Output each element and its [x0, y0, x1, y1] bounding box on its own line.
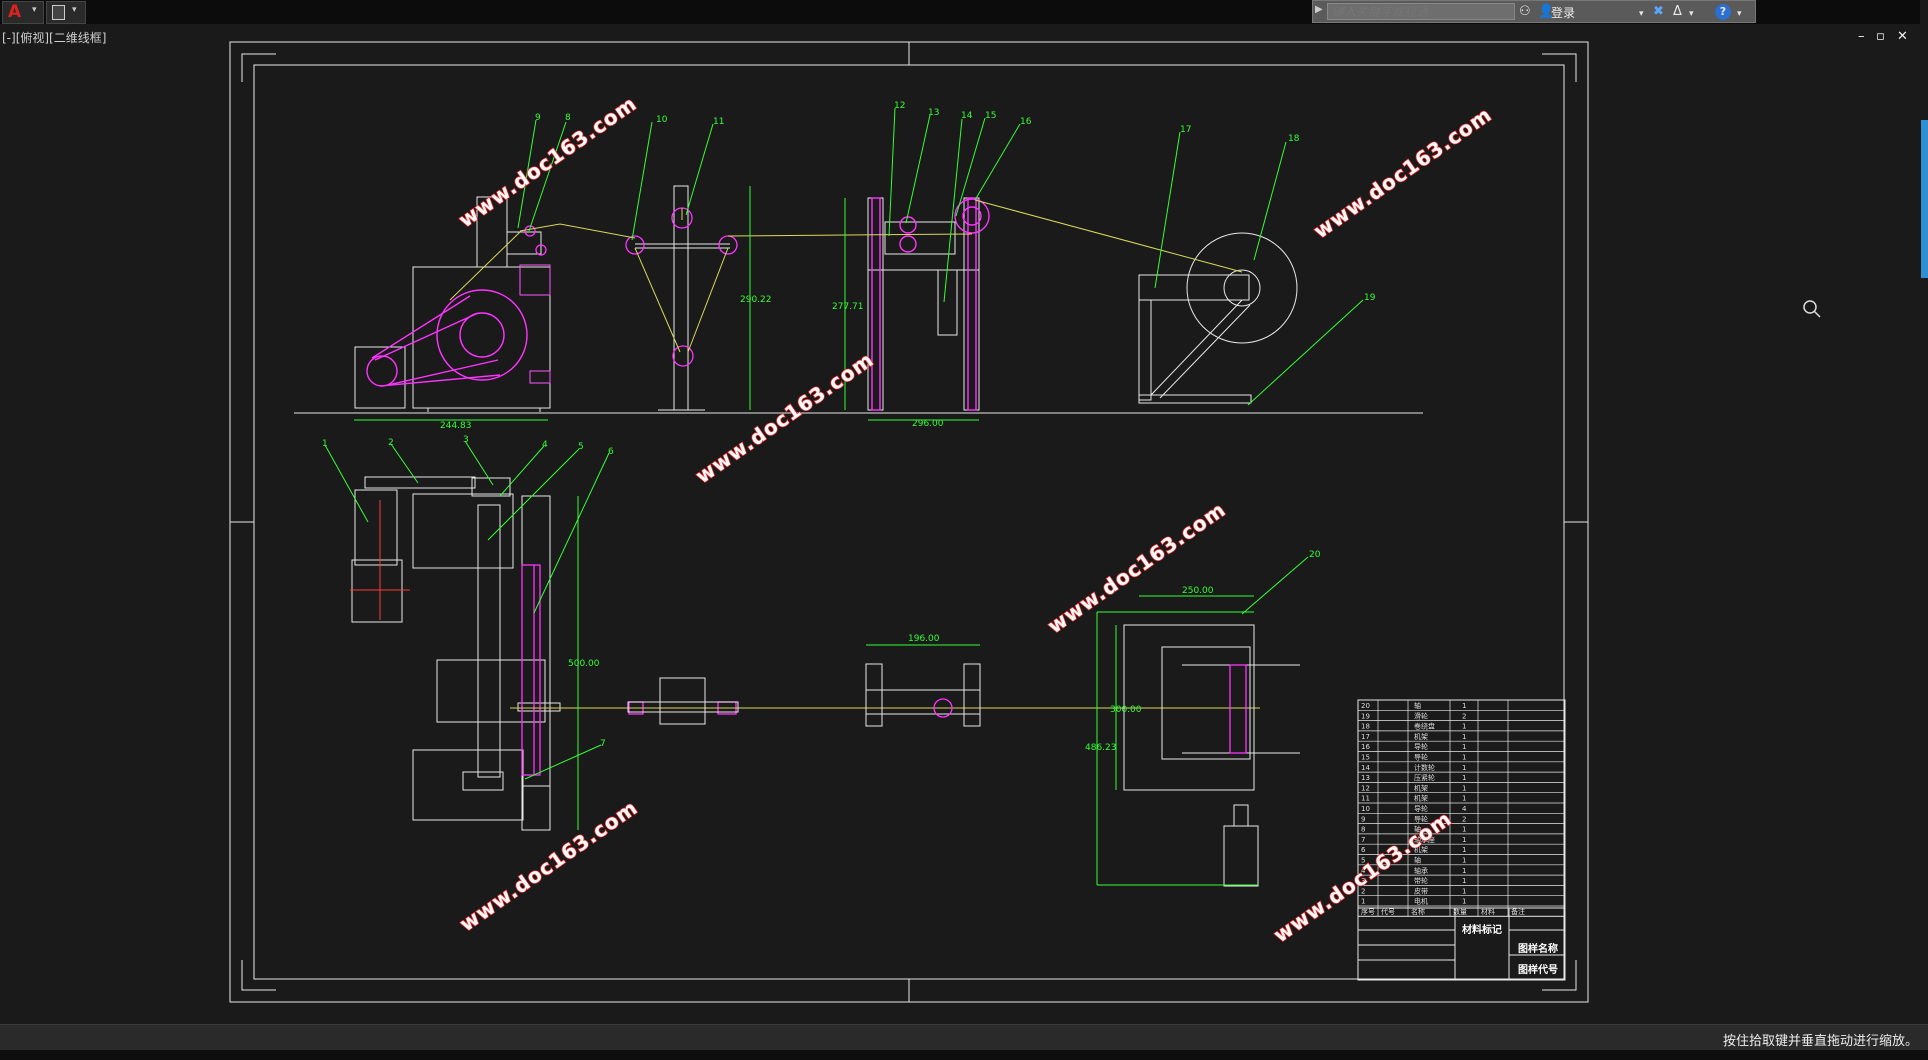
watermark-text: www.doc163.com: [691, 347, 878, 488]
part-number-label: 20: [1309, 550, 1321, 560]
bom-cell: 1: [1462, 723, 1466, 731]
part-number-label: 19: [1364, 293, 1376, 303]
bom-cell: 1: [1462, 733, 1466, 741]
bom-cell: 1: [1462, 877, 1466, 885]
bom-cell: 1: [1462, 867, 1466, 875]
part-number-label: 3: [463, 435, 469, 445]
part-number-label: 18: [1288, 134, 1300, 144]
bom-cell: 7: [1361, 836, 1365, 844]
watermark-text: www.doc163.com: [454, 91, 641, 232]
bom-cell: 1: [1462, 702, 1466, 710]
bom-cell: 17: [1361, 733, 1370, 741]
bom-cell: 1: [1462, 774, 1466, 782]
part-number-label: 16: [1020, 117, 1032, 127]
bom-cell: 导轮: [1414, 753, 1428, 762]
title-block-drawing-code: 图样代号: [1518, 963, 1558, 976]
dimension-base-width-mid: 296.00: [912, 419, 944, 429]
bom-cell: 18: [1361, 723, 1370, 731]
dimension-height-11: 290.22: [740, 295, 772, 305]
bom-cell: 1: [1462, 857, 1466, 865]
bom-cell: 1: [1462, 826, 1466, 834]
bottom-strip: [0, 1050, 1928, 1060]
bom-cell: 8: [1361, 826, 1365, 834]
part-number-label: 7: [600, 739, 606, 749]
bom-cell: 13: [1361, 774, 1370, 782]
bom-cell: 4: [1462, 805, 1467, 813]
winding-unit-view: [1138, 232, 1298, 404]
part-number-label: 2: [388, 438, 394, 448]
bom-cell: 11: [1361, 795, 1370, 803]
part-number-label: 12: [894, 101, 905, 111]
bom-cell: 10: [1361, 805, 1370, 813]
bom-cell: 1: [1462, 784, 1466, 792]
dimension-base-width-left: 244.83: [440, 421, 472, 431]
bom-cell: 电机: [1414, 897, 1428, 906]
bom-cell: 1: [1462, 898, 1466, 906]
bom-cell: 9: [1361, 815, 1365, 823]
bom-cell: 1: [1462, 836, 1466, 844]
bom-cell: 卷绕盘: [1414, 722, 1435, 731]
bom-cell: 轴: [1414, 701, 1421, 710]
belt-drive: [366, 289, 528, 387]
dimension-height-12: 277.71: [832, 302, 864, 312]
bom-cell: 带轮: [1414, 876, 1428, 885]
dimension-width-20-top: 250.00: [1182, 586, 1214, 596]
watermark-text: www.doc163.com: [455, 795, 642, 936]
command-prompt-text: 按住拾取键并垂直拖动进行缩放。: [1722, 1034, 1918, 1049]
dimension-inner-20: 300.00: [1110, 705, 1142, 715]
bom-cell: 20: [1361, 702, 1370, 710]
bom-cell: 导轮: [1414, 742, 1428, 751]
part-number-label: 5: [578, 442, 584, 452]
bom-cell: 19: [1361, 712, 1370, 720]
part-number-label: 8: [565, 113, 571, 123]
bom-cell: 轴: [1414, 856, 1421, 865]
part-number-label: 14: [961, 111, 973, 121]
bom-cell: 滑轮: [1414, 711, 1428, 720]
bom-cell: 2: [1462, 815, 1466, 823]
part-number-label: 17: [1180, 125, 1191, 135]
watermark-text: www.doc163.com: [1043, 497, 1230, 638]
bom-cell: 计数轮: [1414, 763, 1435, 772]
status-bar: 按住拾取键并垂直拖动进行缩放。: [0, 1024, 1928, 1051]
bom-cell: 1: [1462, 795, 1466, 803]
bom-cell: 1: [1462, 887, 1466, 895]
part-number-label: 1: [322, 439, 328, 449]
watermarks: www.doc163.com www.doc163.com www.doc163…: [453, 90, 1496, 947]
bom-cell: 1: [1361, 898, 1365, 906]
bom-cell: 皮带: [1414, 886, 1428, 895]
part-number-label: 13: [928, 108, 939, 118]
bom-cell: 1: [1462, 743, 1466, 751]
watermark-text: www.doc163.com: [1309, 102, 1496, 243]
part-number-label: 11: [713, 117, 724, 127]
part-number-label: 4: [542, 440, 548, 450]
dimension-height-20: 486.23: [1085, 743, 1117, 753]
part-number-label: 9: [535, 113, 541, 123]
bom-cell: 1: [1462, 754, 1466, 762]
zoom-cursor-icon: [1803, 300, 1821, 318]
bom-cell: 6: [1361, 846, 1366, 854]
bom-cell: 16: [1361, 743, 1370, 751]
dimension-width-mid-bottom: 196.00: [908, 634, 940, 644]
bom-cell: 机架: [1414, 794, 1428, 803]
title-block-drawing-name: 图样名称: [1518, 942, 1558, 955]
part-number-label: 6: [608, 447, 614, 457]
bill-of-materials-table: 20 轴 119 滑轮 218 卷绕盘 117 机架 116 导轮 115 导轮 114 计数轮 113 压紧…: [1357, 699, 1566, 917]
bom-cell: 机架: [1414, 783, 1428, 792]
part-number-label: 15: [985, 111, 996, 121]
part-number-label: 10: [656, 115, 668, 125]
bom-cell: 轴承: [1414, 866, 1428, 875]
bom-cell: 导轮: [1414, 804, 1428, 813]
bom-cell: 1: [1462, 846, 1466, 854]
cad-drawing-canvas[interactable]: 244.83 290.22 277.71 296.00 500.00 196.0…: [0, 0, 1928, 1024]
bom-cell: 12: [1361, 784, 1370, 792]
bom-cell: 1: [1462, 764, 1466, 772]
title-block-material-mark: 材料标记: [1462, 923, 1502, 936]
bom-cell: 15: [1361, 754, 1370, 762]
dimension-vertical-front: 500.00: [568, 659, 600, 669]
bom-cell: 压紧轮: [1414, 773, 1435, 782]
bom-cell: 机架: [1414, 732, 1428, 741]
bom-cell: 14: [1361, 764, 1370, 772]
bom-cell: 2: [1462, 712, 1466, 720]
